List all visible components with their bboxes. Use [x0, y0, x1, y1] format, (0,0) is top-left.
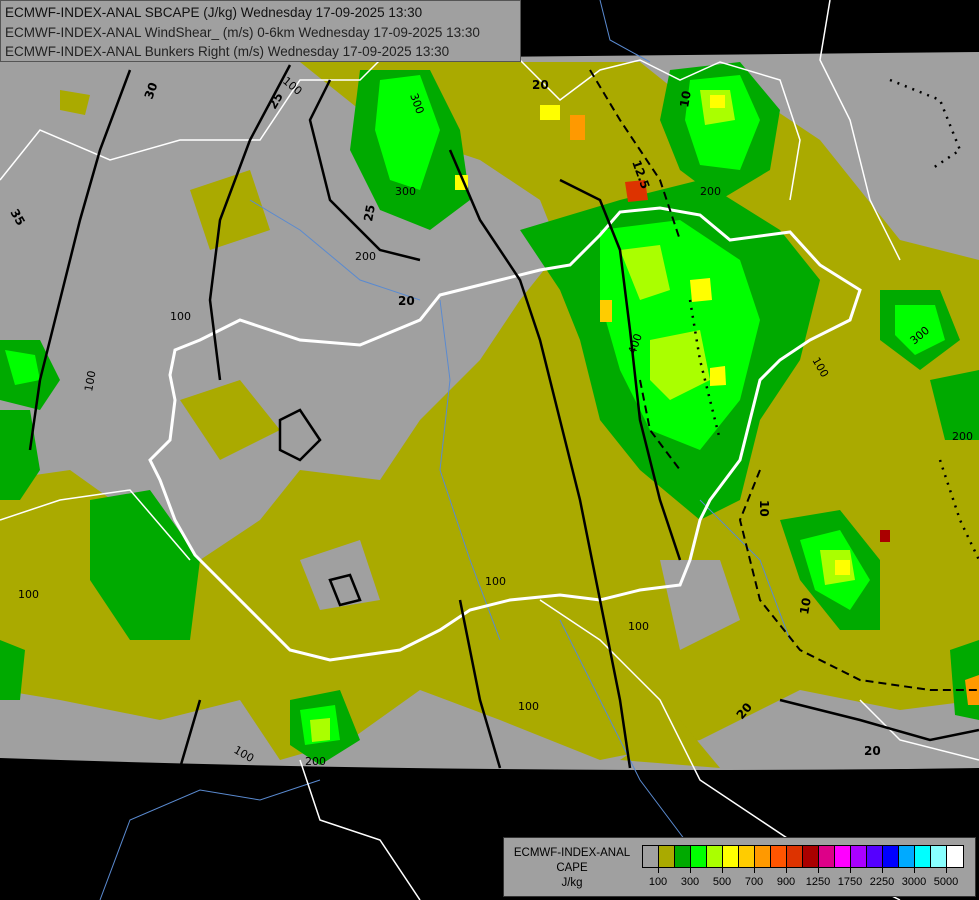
legend-tick [722, 867, 723, 873]
svg-text:200: 200 [952, 430, 973, 443]
legend-tick-label: 3000 [901, 876, 927, 888]
svg-text:100: 100 [18, 588, 39, 601]
legend-swatch [931, 846, 947, 867]
legend-swatch [787, 846, 803, 867]
svg-text:200: 200 [305, 755, 326, 768]
legend-tick [850, 867, 851, 873]
svg-text:10: 10 [677, 90, 694, 109]
svg-text:100: 100 [518, 700, 539, 713]
legend-swatch [803, 846, 819, 867]
legend-tick-label: 300 [680, 876, 700, 888]
legend-label: ECMWF-INDEX-ANAL CAPE J/kg [508, 846, 636, 891]
map-title-box: ECMWF-INDEX-ANAL SBCAPE (J/kg) Wednesday… [0, 0, 521, 62]
weather-map: 30 25 100 300 20 10 12.5 300 200 100 35 … [0, 0, 979, 900]
legend-tick [658, 867, 659, 873]
title-line-sbcape: ECMWF-INDEX-ANAL SBCAPE (J/kg) Wednesday… [5, 5, 423, 20]
legend-tick [786, 867, 787, 873]
legend-swatch [723, 846, 739, 867]
legend-label-unit: J/kg [561, 877, 583, 889]
title-line-bunkers: ECMWF-INDEX-ANAL Bunkers Right (m/s) Wed… [5, 44, 450, 59]
svg-text:20: 20 [398, 294, 415, 308]
svg-text:100: 100 [628, 620, 649, 633]
legend-tick [946, 867, 947, 873]
cape-legend: ECMWF-INDEX-ANAL CAPE J/kg 100 300 500 700 9… [503, 837, 976, 897]
legend-swatch [755, 846, 771, 867]
legend-tick-label: 5000 [933, 876, 959, 888]
svg-text:10: 10 [797, 597, 814, 616]
legend-swatch [835, 846, 851, 867]
legend-tick-label: 1250 [805, 876, 831, 888]
svg-text:200: 200 [700, 185, 721, 198]
legend-swatch [739, 846, 755, 867]
legend-tick [882, 867, 883, 873]
legend-swatch [771, 846, 787, 867]
legend-tick-label: 900 [776, 876, 796, 888]
legend-tick-label: 700 [744, 876, 764, 888]
legend-ticks: 100 300 500 700 900 1250 1750 2250 3000 5000 [642, 867, 964, 889]
legend-swatch [707, 846, 723, 867]
legend-swatch [659, 846, 675, 867]
legend-tick [914, 867, 915, 873]
svg-text:25: 25 [361, 204, 378, 223]
svg-text:100: 100 [485, 575, 506, 588]
legend-tick [818, 867, 819, 873]
legend-swatch [691, 846, 707, 867]
legend-swatch [947, 846, 963, 867]
svg-text:10: 10 [757, 500, 771, 517]
title-line-windshear: ECMWF-INDEX-ANAL WindShear_ (m/s) 0-6km … [5, 24, 480, 40]
legend-tick-label: 2250 [869, 876, 895, 888]
legend-swatch [867, 846, 883, 867]
svg-text:300: 300 [395, 185, 416, 198]
legend-label-model: ECMWF-INDEX-ANAL [513, 847, 631, 859]
legend-tick [754, 867, 755, 873]
svg-text:20: 20 [864, 744, 881, 758]
legend-swatch [899, 846, 915, 867]
legend-swatch [675, 846, 691, 867]
legend-tick [690, 867, 691, 873]
legend-color-scale [642, 845, 964, 868]
svg-text:100: 100 [170, 310, 191, 323]
svg-text:20: 20 [532, 78, 549, 92]
legend-swatch [643, 846, 659, 867]
legend-swatch [851, 846, 867, 867]
legend-label-variable: CAPE [556, 862, 588, 874]
legend-tick-label: 500 [712, 876, 732, 888]
legend-tick-label: 1750 [837, 876, 863, 888]
legend-swatch [819, 846, 835, 867]
legend-swatch [915, 846, 931, 867]
legend-tick-label: 100 [648, 876, 668, 888]
legend-swatch [883, 846, 899, 867]
svg-text:200: 200 [355, 250, 376, 263]
